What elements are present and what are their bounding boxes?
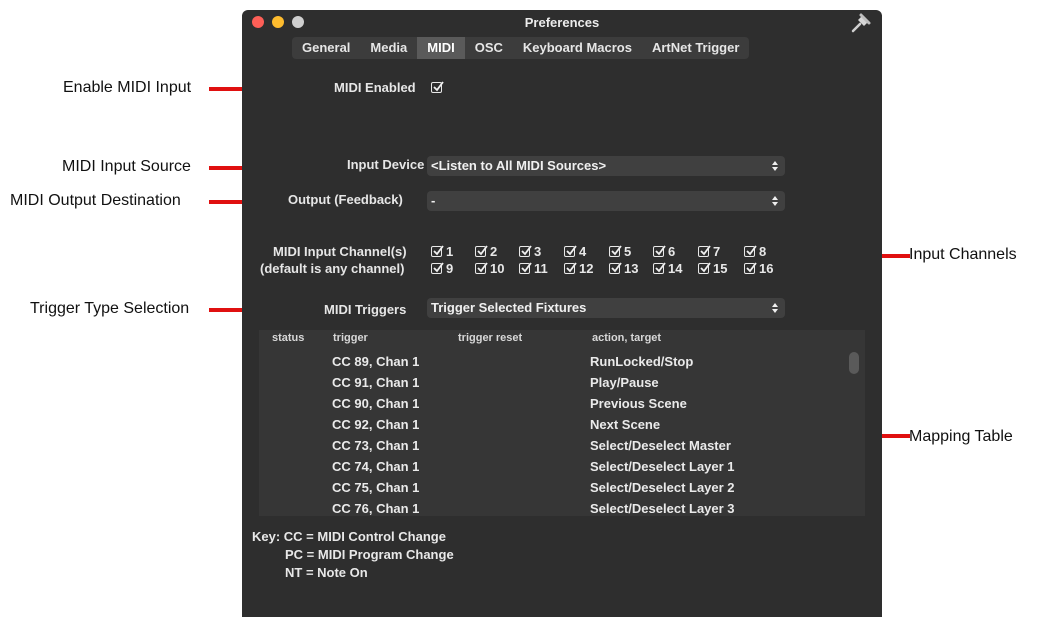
key-line-cc: Key: CC = MIDI Control Change	[252, 529, 446, 544]
popup-arrows-icon	[772, 196, 778, 206]
tab-osc[interactable]: OSC	[465, 37, 513, 59]
table-scrollbar[interactable]	[847, 350, 861, 510]
midi-triggers-popup[interactable]: Trigger Selected Fixtures	[427, 298, 785, 318]
midi-enabled-checkbox[interactable]	[431, 81, 444, 93]
input-device-value: <Listen to All MIDI Sources>	[431, 158, 607, 173]
annotation-input-channels: Input Channels	[909, 246, 1017, 263]
table-row[interactable]: CC 74, Chan 1 Select/Deselect Layer 1	[259, 457, 865, 478]
table-header: status trigger trigger reset action, tar…	[259, 330, 865, 348]
output-feedback-value: -	[431, 193, 436, 208]
input-device-label: Input Device	[347, 157, 425, 172]
channel-checkbox-1[interactable]: 1	[431, 244, 453, 259]
key-line-nt: NT = Note On	[285, 565, 368, 580]
table-row[interactable]: CC 76, Chan 1 Select/Deselect Layer 3	[259, 499, 865, 516]
channel-checkbox-7[interactable]: 7	[698, 244, 720, 259]
popup-arrows-icon	[772, 303, 778, 313]
channel-checkbox-13[interactable]: 13	[609, 261, 638, 276]
input-device-popup[interactable]: <Listen to All MIDI Sources>	[427, 156, 785, 176]
column-header-trigger-reset[interactable]: trigger reset	[458, 332, 522, 344]
channel-checkbox-3[interactable]: 3	[519, 244, 541, 259]
annotation-midi-input-source: MIDI Input Source	[62, 158, 191, 175]
column-header-action-target[interactable]: action, target	[592, 332, 661, 344]
output-feedback-popup[interactable]: -	[427, 191, 785, 211]
annotation-mapping-table: Mapping Table	[909, 428, 1013, 445]
annotation-enable-midi-input: Enable MIDI Input	[63, 79, 192, 96]
tab-artnet-trigger[interactable]: ArtNet Trigger	[642, 37, 749, 59]
table-row[interactable]: CC 91, Chan 1 Play/Pause	[259, 373, 865, 394]
tab-keyboard-macros[interactable]: Keyboard Macros	[513, 37, 642, 59]
channel-checkbox-6[interactable]: 6	[653, 244, 675, 259]
title-bar: Preferences	[242, 10, 882, 36]
table-row[interactable]: CC 75, Chan 1 Select/Deselect Layer 2	[259, 478, 865, 499]
channel-checkbox-15[interactable]: 15	[698, 261, 727, 276]
preferences-window: Preferences General Media MIDI OSC Keybo…	[242, 10, 882, 617]
table-row[interactable]: CC 73, Chan 1 Select/Deselect Master	[259, 436, 865, 457]
key-line-pc: PC = MIDI Program Change	[285, 547, 454, 562]
annotation-midi-output-destination: MIDI Output Destination	[10, 192, 181, 209]
window-title: Preferences	[524, 15, 600, 30]
column-header-trigger[interactable]: trigger	[333, 332, 368, 344]
table-row[interactable]: CC 89, Chan 1 RunLocked/Stop	[259, 352, 865, 373]
table-row[interactable]: CC 92, Chan 1 Next Scene	[259, 415, 865, 436]
output-feedback-label: Output (Feedback)	[288, 192, 403, 207]
mapping-table[interactable]: status trigger trigger reset action, tar…	[259, 330, 865, 516]
table-row[interactable]: CC 90, Chan 1 Previous Scene	[259, 394, 865, 415]
channel-checkbox-12[interactable]: 12	[564, 261, 593, 276]
channel-checkbox-5[interactable]: 5	[609, 244, 631, 259]
channel-checkbox-14[interactable]: 14	[653, 261, 682, 276]
midi-input-channels-hint: (default is any channel)	[260, 261, 405, 276]
tab-media[interactable]: Media	[360, 37, 417, 59]
scrollbar-thumb[interactable]	[849, 352, 859, 374]
midi-triggers-value: Trigger Selected Fixtures	[431, 300, 587, 315]
annotation-trigger-type-selection: Trigger Type Selection	[30, 300, 190, 317]
channel-checkbox-9[interactable]: 9	[431, 261, 453, 276]
channel-checkbox-2[interactable]: 2	[475, 244, 497, 259]
midi-triggers-label: MIDI Triggers	[324, 302, 407, 317]
channel-checkbox-8[interactable]: 8	[744, 244, 766, 259]
pin-icon[interactable]	[849, 11, 873, 35]
checkmark-icon	[433, 81, 444, 92]
tab-midi[interactable]: MIDI	[417, 37, 465, 59]
tab-general[interactable]: General	[292, 37, 360, 59]
midi-input-channels-label: MIDI Input Channel(s)	[273, 244, 407, 259]
channel-checkbox-4[interactable]: 4	[564, 244, 586, 259]
midi-enabled-label: MIDI Enabled	[334, 80, 416, 95]
popup-arrows-icon	[772, 161, 778, 171]
channel-checkbox-11[interactable]: 11	[519, 261, 548, 276]
column-header-status[interactable]: status	[272, 332, 304, 344]
tab-bar: General Media MIDI OSC Keyboard Macros A…	[292, 37, 750, 59]
channel-checkbox-16[interactable]: 16	[744, 261, 773, 276]
channel-checkbox-10[interactable]: 10	[475, 261, 504, 276]
